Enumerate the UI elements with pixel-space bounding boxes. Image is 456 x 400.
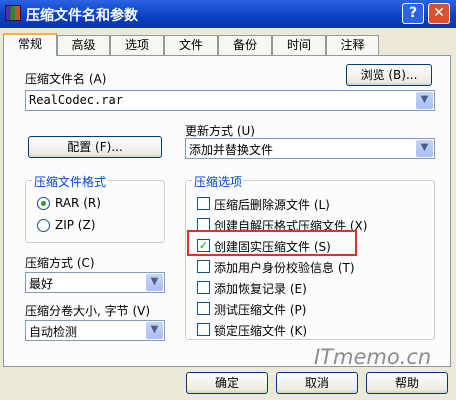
add-recovery-record-label: 添加恢复记录 (E): [214, 282, 307, 296]
add-recovery-record-checkbox[interactable]: [197, 281, 210, 294]
compression-method-value: 最好: [29, 277, 54, 291]
tab-time[interactable]: 时间: [272, 35, 326, 55]
archiving-options-title: 压缩选项: [192, 173, 245, 190]
archive-name-label: 压缩文件名 (A): [25, 72, 107, 86]
delete-files-after-archiving-checkbox[interactable]: [197, 197, 210, 210]
help-title-button[interactable]: ?: [402, 3, 424, 24]
archive-format-title: 压缩文件格式: [32, 173, 109, 190]
archive-format-group: 压缩文件格式: [25, 173, 165, 243]
cancel-button[interactable]: 取消: [276, 372, 358, 394]
tab-options[interactable]: 选项: [110, 35, 164, 55]
tab-advanced[interactable]: 高级: [57, 35, 110, 55]
test-archived-files-checkbox[interactable]: [197, 302, 210, 315]
highlight-box: [187, 230, 357, 256]
lock-archive-checkbox[interactable]: [197, 323, 210, 336]
chevron-down-icon[interactable]: ▼: [146, 322, 163, 339]
archive-name-combo[interactable]: RealCodec.rar ▼: [25, 90, 435, 111]
profiles-button[interactable]: 配置 (F)...: [28, 136, 162, 158]
delete-files-after-archiving-label: 压缩后删除源文件 (L): [214, 198, 330, 212]
split-volumes-label: 压缩分卷大小, 字节 (V): [25, 304, 151, 318]
chevron-down-icon[interactable]: ▼: [416, 140, 433, 157]
test-archived-files-label: 测试压缩文件 (P): [214, 303, 307, 317]
split-volumes-value: 自动检测: [29, 325, 78, 339]
split-volumes-combo[interactable]: 自动检测 ▼: [25, 320, 165, 341]
update-mode-value: 添加并替换文件: [189, 143, 274, 157]
tab-backup[interactable]: 备份: [218, 35, 272, 55]
help-button[interactable]: 帮助: [366, 372, 448, 394]
add-authenticity-verification-checkbox[interactable]: [197, 260, 210, 273]
zip-radio-label: ZIP (Z): [55, 218, 96, 232]
chevron-down-icon[interactable]: ▼: [146, 274, 163, 291]
compression-method-label: 压缩方式 (C): [25, 256, 95, 270]
tab-comment[interactable]: 注释: [326, 35, 379, 55]
chevron-down-icon[interactable]: ▼: [416, 92, 433, 109]
rar-radio[interactable]: [37, 197, 50, 210]
zip-radio[interactable]: [37, 219, 50, 232]
title-bar[interactable]: 压缩文件名和参数 ? ✕: [0, 0, 456, 28]
lock-archive-label: 锁定压缩文件 (K): [214, 324, 308, 338]
browse-button[interactable]: 浏览 (B)...: [346, 64, 432, 86]
dialog-window: 压缩文件名和参数 ? ✕ 常规 高级 选项 文件 备份 时间 注释 压缩文件名 …: [0, 0, 456, 400]
update-mode-label: 更新方式 (U): [185, 124, 255, 138]
compression-method-combo[interactable]: 最好 ▼: [25, 272, 165, 293]
winrar-app-icon: [5, 5, 21, 21]
add-authenticity-verification-label: 添加用户身份校验信息 (T): [214, 261, 355, 275]
close-title-button[interactable]: ✕: [428, 3, 450, 24]
watermark-text: ITmemo.cn: [314, 345, 432, 369]
archive-name-value: RealCodec.rar: [29, 93, 123, 107]
rar-radio-label: RAR (R): [55, 196, 101, 210]
ok-button[interactable]: 确定: [186, 372, 268, 394]
tab-general[interactable]: 常规: [3, 33, 57, 56]
update-mode-combo[interactable]: 添加并替换文件 ▼: [185, 138, 435, 159]
window-title: 压缩文件名和参数: [26, 8, 138, 24]
tab-files[interactable]: 文件: [164, 35, 218, 55]
